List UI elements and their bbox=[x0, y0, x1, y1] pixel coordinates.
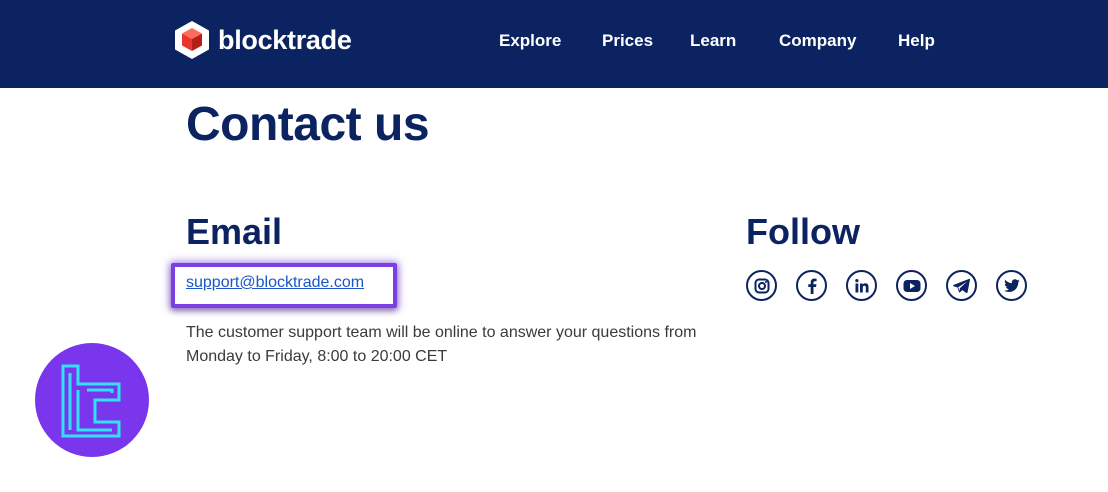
nav-help[interactable]: Help bbox=[898, 30, 935, 52]
watermark-badge bbox=[35, 343, 149, 457]
cube-logo-icon bbox=[175, 21, 209, 59]
page-title: Contact us bbox=[186, 98, 430, 151]
linkedin-icon[interactable] bbox=[846, 270, 877, 301]
nav-learn[interactable]: Learn bbox=[690, 30, 736, 52]
brand-name: blocktrade bbox=[218, 25, 352, 55]
support-hours-text: The customer support team will be online… bbox=[186, 324, 697, 365]
email-heading: Email bbox=[186, 211, 283, 252]
social-links bbox=[746, 270, 1046, 301]
youtube-icon[interactable] bbox=[896, 270, 927, 301]
tc-logo-icon bbox=[61, 364, 121, 438]
nav-explore[interactable]: Explore bbox=[499, 30, 561, 52]
nav-company[interactable]: Company bbox=[779, 30, 856, 52]
top-navbar: blocktrade Explore Prices Learn Company … bbox=[0, 0, 1108, 88]
follow-heading: Follow bbox=[746, 211, 860, 252]
support-email-link[interactable]: support@blocktrade.com bbox=[186, 273, 364, 293]
facebook-icon[interactable] bbox=[796, 270, 827, 301]
twitter-icon[interactable] bbox=[996, 270, 1027, 301]
telegram-icon[interactable] bbox=[946, 270, 977, 301]
instagram-icon[interactable] bbox=[746, 270, 777, 301]
brand-logo[interactable]: blocktrade bbox=[174, 20, 352, 60]
nav-prices[interactable]: Prices bbox=[602, 30, 653, 52]
